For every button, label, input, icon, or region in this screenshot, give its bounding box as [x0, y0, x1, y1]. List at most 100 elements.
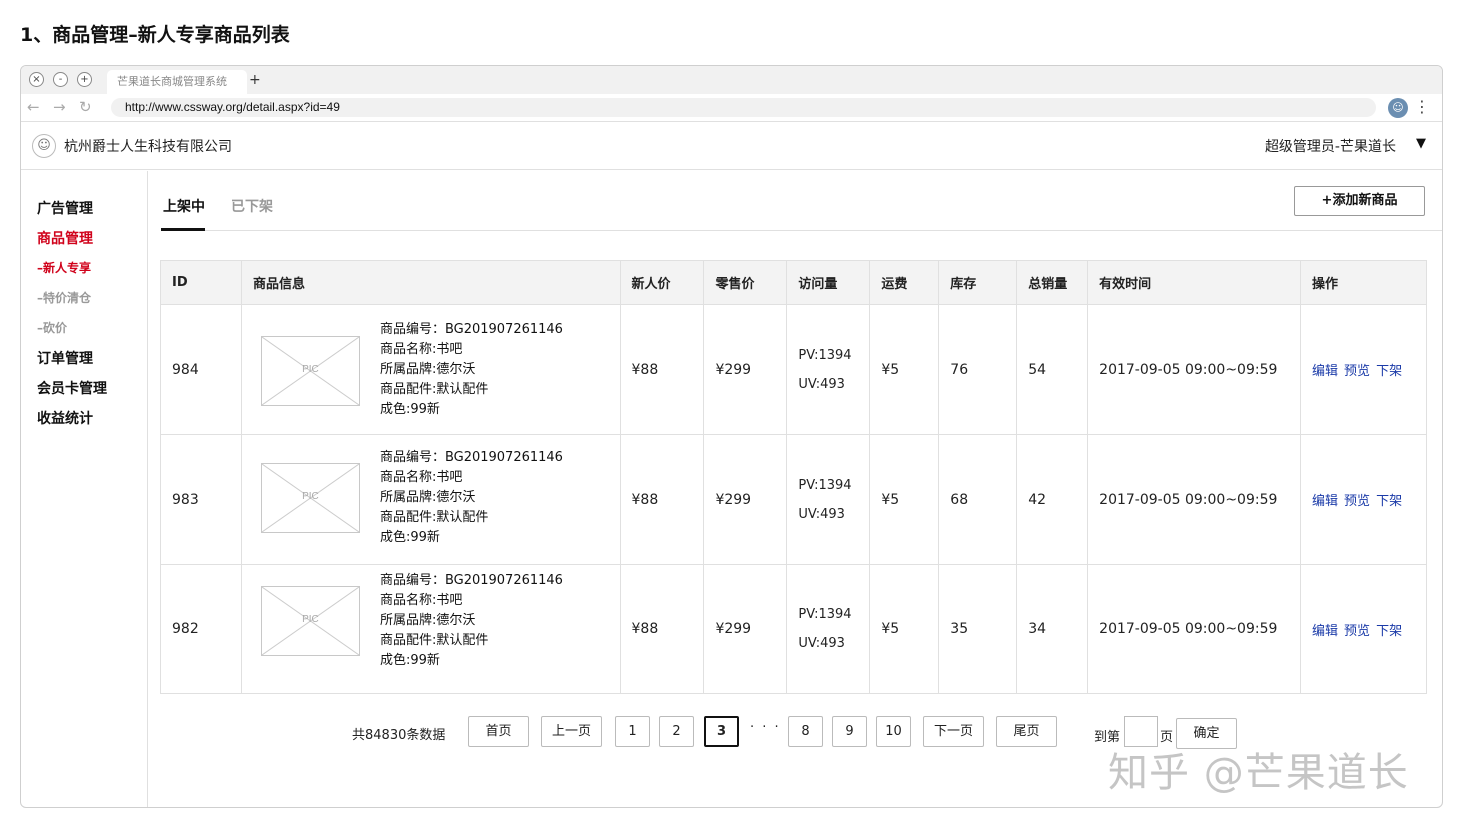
pic-label: PIC	[302, 491, 319, 502]
watermark: 知乎 @芒果道长	[1108, 750, 1409, 796]
newcomer-price: ¥88	[619, 304, 705, 435]
sidebar-subitem-bargain[interactable]: –砍价	[37, 319, 67, 336]
goods-brand: 所属品牌:德尔沃	[379, 613, 476, 628]
retail-price: ¥299	[703, 304, 788, 435]
column-header: 商品信息	[240, 260, 621, 305]
back-icon[interactable]: ←	[27, 98, 40, 116]
column-header: 零售价	[703, 260, 788, 305]
shipping-fee: ¥5	[869, 564, 940, 694]
last-page-button[interactable]: 尾页	[996, 716, 1057, 747]
close-window-button[interactable]: ×	[29, 72, 44, 87]
sidebar-subitem-newcomer[interactable]: –新人专享	[37, 259, 91, 276]
pv-count: PV:1394	[798, 607, 852, 622]
column-header: ID	[160, 260, 242, 305]
shipping-fee: ¥5	[869, 434, 940, 565]
table-row: 983 PIC 商品编号：BG201907261146 商品名称:书吧 所属品牌…	[160, 434, 1427, 565]
valid-time: 2017-09-05 09:00~09:59	[1087, 434, 1302, 565]
column-header: 运费	[869, 260, 940, 305]
uv-count: UV:493	[798, 376, 845, 392]
goods-info-lines: 商品编号：BG201907261146 商品名称:书吧 所属品牌:德尔沃 商品配…	[380, 320, 563, 420]
goods-code: 商品编号：BG201907261146	[379, 322, 563, 337]
preview-link[interactable]: 预览	[1344, 494, 1370, 509]
page-heading: 1、商品管理–新人专享商品列表	[20, 24, 290, 46]
edit-link[interactable]: 编辑	[1312, 624, 1338, 639]
goods-code: 商品编号：BG201907261146	[379, 573, 563, 588]
prev-page-button[interactable]: 上一页	[541, 716, 602, 747]
sales-count: 54	[1016, 304, 1089, 435]
page-button-2[interactable]: 2	[659, 716, 694, 747]
forward-icon[interactable]: →	[53, 98, 66, 116]
take-down-link[interactable]: 下架	[1376, 364, 1402, 379]
take-down-link[interactable]: 下架	[1376, 494, 1402, 509]
pv-count: PV:1394	[798, 347, 852, 363]
goods-id: 983	[160, 434, 242, 565]
browser-tab[interactable]: 芒果道长商城管理系统	[107, 70, 247, 94]
url-input[interactable]: http://www.cssway.org/detail.aspx?id=49	[111, 98, 1376, 117]
maximize-window-button[interactable]: +	[77, 72, 92, 87]
sales-count: 42	[1016, 434, 1089, 565]
sidebar-item-ads[interactable]: 广告管理	[37, 198, 93, 218]
goods-image-placeholder[interactable]: PIC	[260, 463, 360, 533]
preview-link[interactable]: 预览	[1344, 364, 1370, 379]
valid-time: 2017-09-05 09:00~09:59	[1087, 304, 1302, 435]
goods-image-placeholder[interactable]: PIC	[260, 336, 360, 406]
stock-count: 35	[938, 564, 1018, 694]
new-tab-button[interactable]: +	[249, 70, 261, 90]
active-tab-indicator	[161, 228, 205, 231]
sidebar-item-goods[interactable]: 商品管理	[37, 228, 93, 248]
tab-on-shelf[interactable]: 上架中	[163, 196, 205, 216]
minimize-window-button[interactable]: -	[53, 72, 68, 87]
goods-accessory: 商品配件:默认配件	[379, 382, 489, 397]
goods-accessory: 商品配件:默认配件	[379, 633, 489, 648]
stock-count: 76	[938, 304, 1018, 435]
goods-info-lines: 商品编号：BG201907261146 商品名称:书吧 所属品牌:德尔沃 商品配…	[380, 571, 563, 671]
uv-count: UV:493	[798, 636, 845, 651]
sidebar-subitem-clearance[interactable]: –特价清仓	[37, 289, 91, 306]
user-menu-caret-icon[interactable]: ▼	[1416, 136, 1426, 151]
row-actions: 编辑 预览 下架	[1300, 564, 1427, 694]
reload-icon[interactable]: ↻	[79, 98, 92, 116]
visits-cell: PV:1394 UV:493	[786, 564, 871, 694]
browser-menu-icon[interactable]: ⋮	[1414, 97, 1430, 117]
valid-time: 2017-09-05 09:00~09:59	[1087, 564, 1302, 694]
preview-link[interactable]: 预览	[1344, 624, 1370, 639]
table-header-row: ID 商品信息 新人价 零售价 访问量 运费 库存 总销量 有效时间 操作	[160, 260, 1427, 305]
next-page-button[interactable]: 下一页	[923, 716, 984, 747]
page-button-3-current[interactable]: 3	[704, 716, 739, 747]
goods-id: 984	[160, 304, 242, 435]
goods-brand: 所属品牌:德尔沃	[379, 490, 476, 505]
goods-image-placeholder[interactable]: PIC	[260, 586, 360, 656]
tab-off-shelf[interactable]: 已下架	[231, 196, 273, 216]
sidebar-item-membership[interactable]: 会员卡管理	[37, 378, 107, 398]
take-down-link[interactable]: 下架	[1376, 624, 1402, 639]
edit-link[interactable]: 编辑	[1312, 364, 1338, 379]
row-actions: 编辑 预览 下架	[1300, 434, 1427, 565]
page-button-9[interactable]: 9	[832, 716, 867, 747]
sidebar-item-revenue[interactable]: 收益统计	[37, 408, 93, 428]
goods-brand: 所属品牌:德尔沃	[379, 362, 476, 377]
page-button-10[interactable]: 10	[876, 716, 911, 747]
browser-profile-avatar[interactable]: ☺	[1388, 98, 1408, 118]
goods-condition: 成色:99新	[379, 530, 440, 545]
goods-info-cell: PIC 商品编号：BG201907261146 商品名称:书吧 所属品牌:德尔沃…	[240, 564, 621, 694]
goods-accessory: 商品配件:默认配件	[379, 510, 489, 525]
page-button-1[interactable]: 1	[615, 716, 650, 747]
uv-count: UV:493	[798, 506, 845, 522]
page-button-8[interactable]: 8	[788, 716, 823, 747]
newcomer-price: ¥88	[619, 564, 705, 694]
app-header: ☺ 杭州爵士人生科技有限公司 超级管理员-芒果道长 ▼	[21, 122, 1442, 170]
sidebar-item-orders[interactable]: 订单管理	[37, 348, 93, 368]
edit-link[interactable]: 编辑	[1312, 494, 1338, 509]
sales-count: 34	[1016, 564, 1089, 694]
company-name: 杭州爵士人生科技有限公司	[64, 139, 232, 155]
table-row: 982 PIC 商品编号：BG201907261146 商品名称:书吧 所属品牌…	[160, 564, 1427, 694]
column-header: 库存	[938, 260, 1018, 305]
goods-name: 商品名称:书吧	[379, 342, 463, 357]
current-user-name[interactable]: 超级管理员-芒果道长	[1265, 136, 1396, 156]
add-new-goods-button[interactable]: +添加新商品	[1294, 186, 1425, 216]
column-header: 有效时间	[1087, 260, 1302, 305]
table-row: 984 PIC 商品编号：BG201907261146 商品名称:书吧 所属品牌…	[160, 304, 1427, 435]
first-page-button[interactable]: 首页	[468, 716, 529, 747]
pv-count: PV:1394	[798, 477, 852, 493]
goods-condition: 成色:99新	[379, 402, 440, 417]
